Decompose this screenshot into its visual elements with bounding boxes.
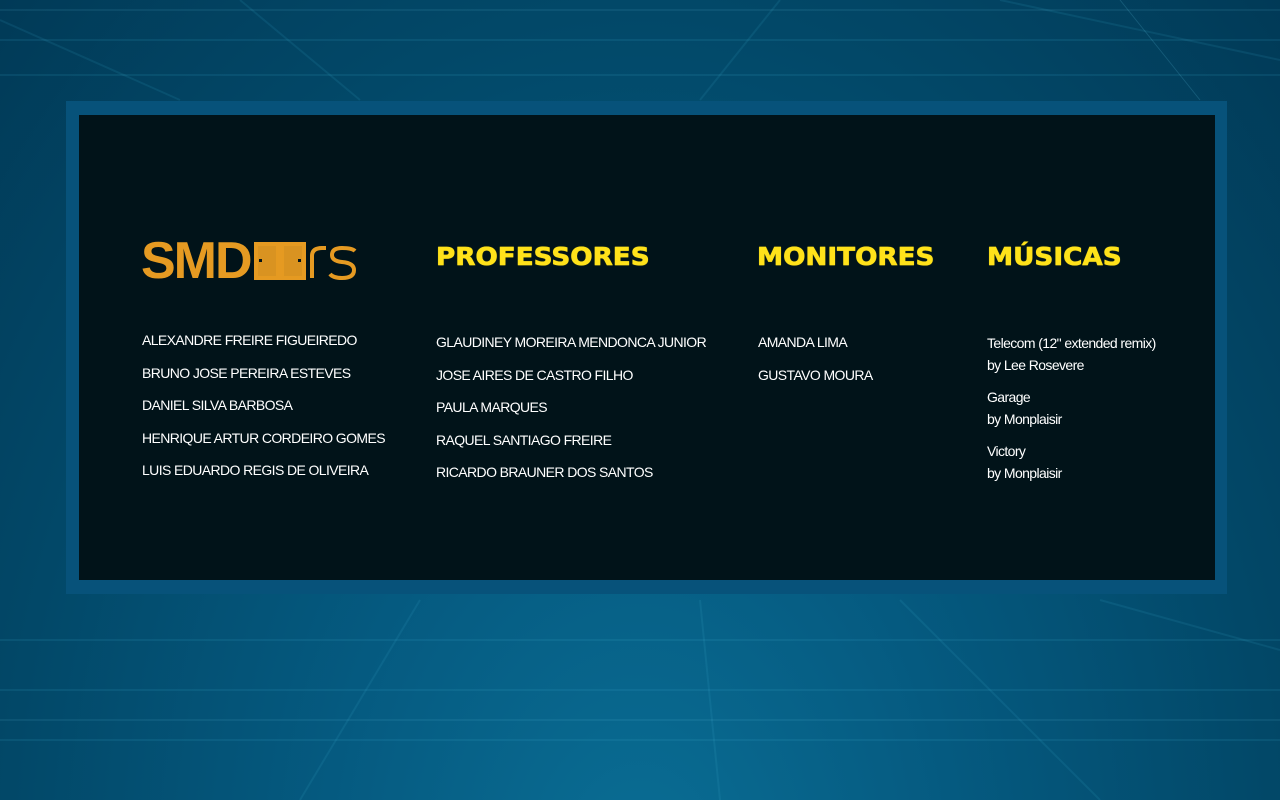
list-item: AMANDA LIMA <box>758 334 848 350</box>
logo-text: SMD <box>142 232 251 284</box>
track-artist: by Monplaisir <box>987 465 1062 481</box>
track-title: Garage <box>987 389 1031 405</box>
list-item: HENRIQUE ARTUR CORDEIRO GOMES <box>142 429 386 446</box>
list-item: LUIS EDUARDO REGIS DE OLIVEIRA <box>142 462 369 478</box>
list-item: Victory by Monplaisir <box>987 440 1156 484</box>
list-item: BRUNO JOSE PEREIRA ESTEVES <box>142 364 351 381</box>
track-title: Telecom (12" extended remix) <box>987 335 1156 351</box>
list-item: GLAUDINEY MOREIRA MENDONCA JUNIOR <box>436 334 707 350</box>
list-item: Telecom (12" extended remix) by Lee Rose… <box>987 332 1156 376</box>
list-item: GUSTAVO MOURA <box>758 366 873 383</box>
list-item: JOSE AIRES DE CASTRO FILHO <box>436 366 633 383</box>
list-item: RAQUEL SANTIAGO FREIRE <box>436 431 612 448</box>
track-artist: by Monplaisir <box>987 411 1062 427</box>
monitores-list: AMANDA LIMA GUSTAVO MOURA <box>758 333 873 398</box>
track-artist: by Lee Rosevere <box>987 357 1084 373</box>
musicas-title: MÚSICAS <box>987 242 1122 272</box>
list-item: Garage by Monplaisir <box>987 386 1156 430</box>
list-item: DANIEL SILVA BARBOSA <box>142 397 293 413</box>
professores-title: PROFESSORES <box>436 242 650 272</box>
list-item: ALEXANDRE FREIRE FIGUEIREDO <box>142 332 357 348</box>
professores-list: GLAUDINEY MOREIRA MENDONCA JUNIOR JOSE A… <box>436 333 707 496</box>
list-item: RICARDO BRAUNER DOS SANTOS <box>436 464 653 480</box>
musicas-list: Telecom (12" extended remix) by Lee Rose… <box>987 332 1156 494</box>
doors-logo-icon: SMD <box>142 232 357 284</box>
team-list: ALEXANDRE FREIRE FIGUEIREDO BRUNO JOSE P… <box>142 331 386 494</box>
track-title: Victory <box>987 443 1026 459</box>
list-item: PAULA MARQUES <box>436 399 548 415</box>
monitores-title: MONITORES <box>757 242 935 272</box>
